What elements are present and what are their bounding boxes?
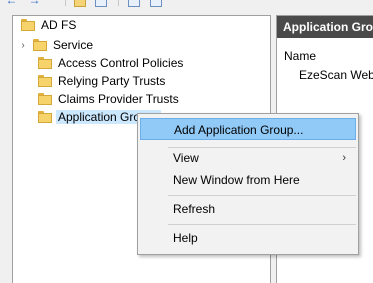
back-arrow-icon[interactable]: ← — [5, 0, 18, 7]
tree-item-label: Claims Provider Trusts — [58, 92, 179, 106]
menu-item-help[interactable]: Help — [140, 227, 356, 249]
toolbar: ← → — [0, 0, 373, 9]
results-pane-title: Application Groups — [277, 16, 373, 38]
column-header-name[interactable]: Name — [284, 49, 316, 63]
chevron-right-icon[interactable]: › — [18, 40, 28, 51]
menu-item-label: Help — [173, 231, 198, 245]
folder-icon — [21, 19, 35, 31]
toolbar-divider — [65, 0, 66, 6]
context-menu: Add Application Group... View › New Wind… — [137, 113, 359, 255]
chevron-right-icon: › — [342, 152, 346, 164]
menu-item-label: Add Application Group... — [174, 123, 304, 137]
tree-item-label: Access Control Policies — [58, 56, 184, 70]
folder-icon — [38, 57, 52, 69]
menu-item-refresh[interactable]: Refresh — [140, 198, 356, 220]
folder-icon — [33, 39, 47, 51]
folder-icon — [38, 93, 52, 105]
menu-item-add-application-group[interactable]: Add Application Group... — [140, 118, 356, 140]
menu-separator — [168, 224, 356, 225]
menu-item-view[interactable]: View › — [140, 147, 356, 169]
tree-item-label: Service — [53, 38, 94, 52]
folder-icon — [38, 111, 52, 123]
toolbar-divider — [118, 0, 119, 6]
tree-root-ad-fs[interactable]: AD FS — [21, 16, 76, 34]
menu-item-label: View — [173, 151, 199, 165]
help-icon[interactable] — [150, 0, 162, 7]
tree-item-label: Relying Party Trusts — [58, 74, 166, 88]
tree-root-label: AD FS — [41, 18, 77, 32]
tree-item-relying-party-trusts[interactable]: Relying Party Trusts — [38, 72, 165, 90]
menu-item-label: New Window from Here — [173, 173, 300, 187]
folder-icon[interactable] — [74, 0, 86, 7]
left-gutter — [0, 15, 12, 283]
tree-item-service[interactable]: › Service — [18, 36, 93, 54]
menu-item-label: Refresh — [173, 202, 216, 216]
menu-item-new-window-from-here[interactable]: New Window from Here — [140, 169, 356, 191]
show-hide-tree-icon[interactable] — [95, 0, 107, 7]
list-item[interactable]: EzeScan WebApp — [299, 68, 373, 82]
menu-separator — [168, 195, 356, 196]
tree-item-claims-provider-trusts[interactable]: Claims Provider Trusts — [38, 90, 179, 108]
properties-icon[interactable] — [128, 0, 140, 7]
forward-arrow-icon[interactable]: → — [28, 0, 41, 7]
tree-item-access-control-policies[interactable]: Access Control Policies — [38, 54, 183, 72]
folder-icon — [38, 75, 52, 87]
